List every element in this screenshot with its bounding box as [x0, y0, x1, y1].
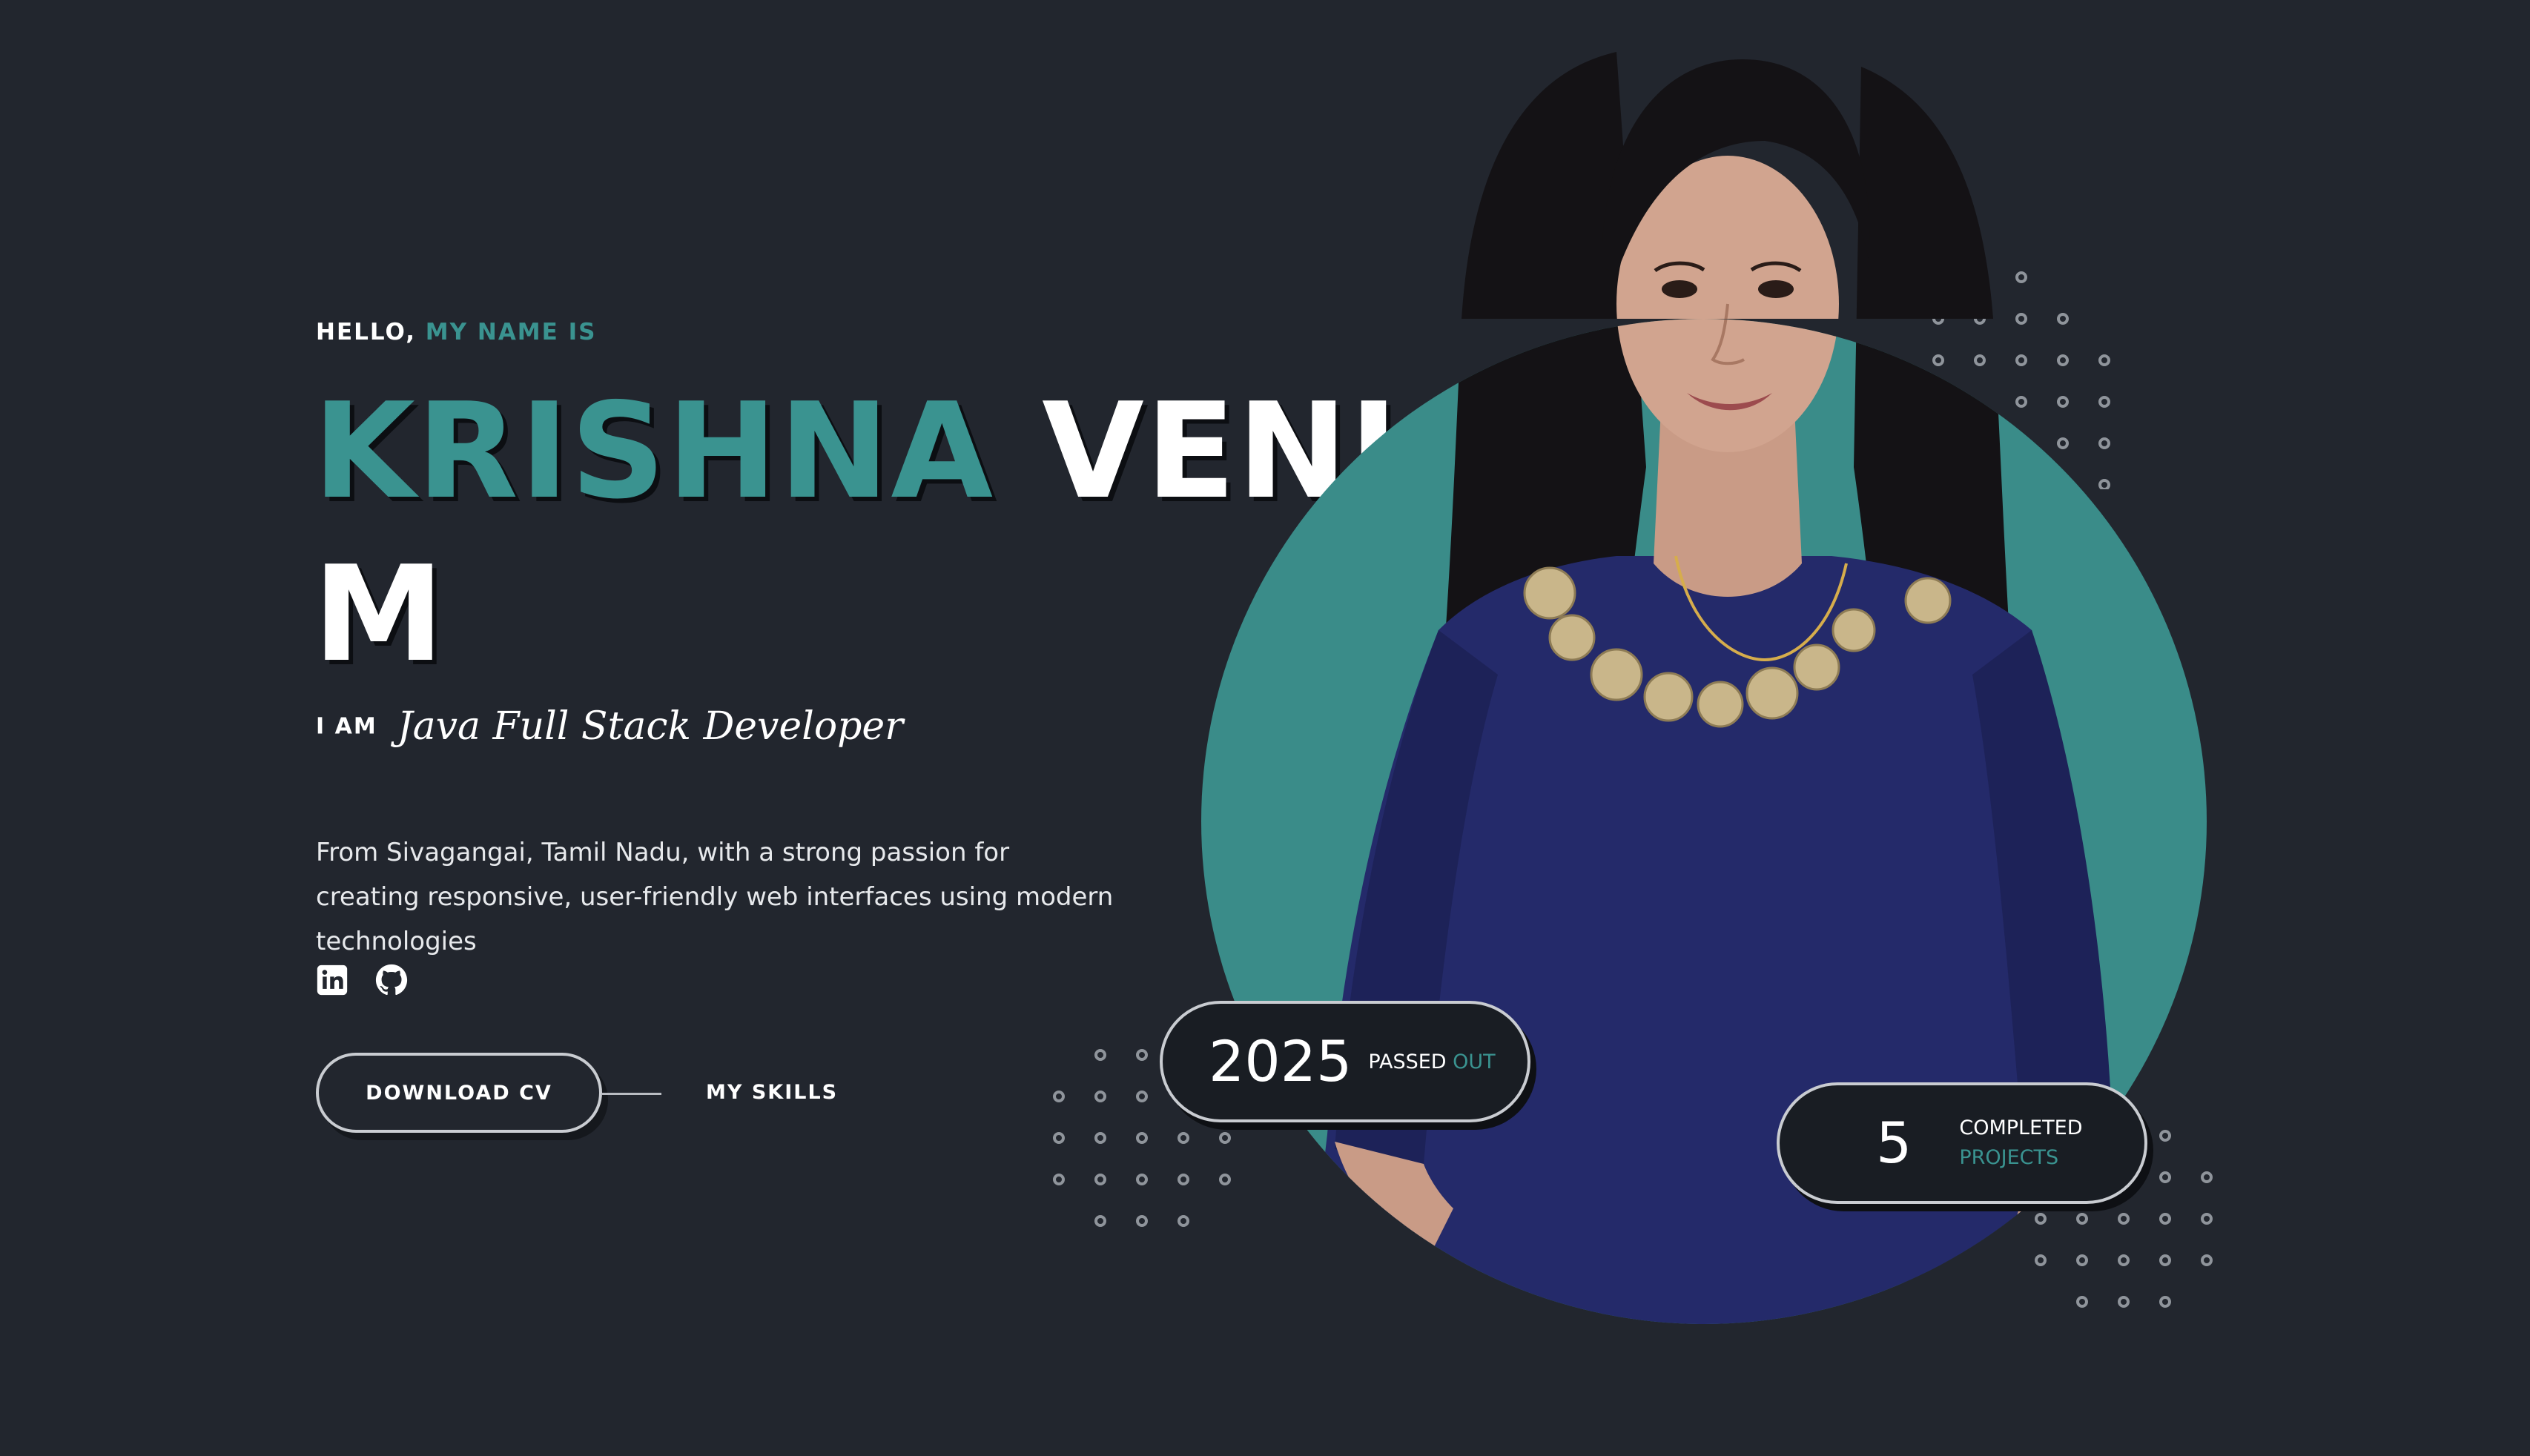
stat-year-label-white: PASSED [1368, 1050, 1447, 1073]
role-line: I AM Java Full Stack Developer [316, 704, 903, 749]
stat-projects-label-white: COMPLETED [1959, 1116, 2083, 1139]
hero-section: HELLO, MY NAME IS KRISHNA VENI M I AM Ja… [0, 0, 2530, 1456]
linkedin-link[interactable] [316, 964, 349, 996]
github-icon [375, 964, 408, 996]
hero-name-line-2: M [313, 549, 446, 681]
greeting-prefix: HELLO, [316, 319, 416, 345]
social-links [316, 964, 408, 996]
stat-year-value: 2025 [1209, 1028, 1352, 1094]
stat-projects-label-teal: PROJECTS [1959, 1146, 2059, 1169]
stat-projects-label: COMPLETED PROJECTS [1959, 1113, 2082, 1173]
hero-bio: From Sivagangai, Tamil Nadu, with a stro… [316, 838, 1114, 956]
greeting: HELLO, MY NAME IS [316, 319, 596, 345]
name-first: KRISHNA [313, 374, 995, 528]
stat-year-label: PASSED OUT [1368, 1050, 1495, 1073]
stat-year-label-teal: OUT [1453, 1050, 1496, 1073]
role-prefix: I AM [316, 713, 377, 740]
linkedin-icon [317, 964, 348, 996]
github-link[interactable] [375, 964, 408, 996]
stat-completed-projects: 5 COMPLETED PROJECTS [1777, 1082, 2147, 1204]
my-skills-link[interactable]: MY SKILLS [706, 1081, 838, 1104]
role-title: Java Full Stack Developer [397, 704, 904, 749]
name-last: M [313, 537, 446, 691]
stat-passed-out: 2025 PASSED OUT [1160, 1001, 1530, 1122]
download-cv-button[interactable]: DOWNLOAD CV [316, 1053, 602, 1133]
greeting-accent: MY NAME IS [425, 319, 597, 345]
stat-projects-value: 5 [1876, 1110, 1912, 1176]
button-connector-line [602, 1093, 661, 1095]
